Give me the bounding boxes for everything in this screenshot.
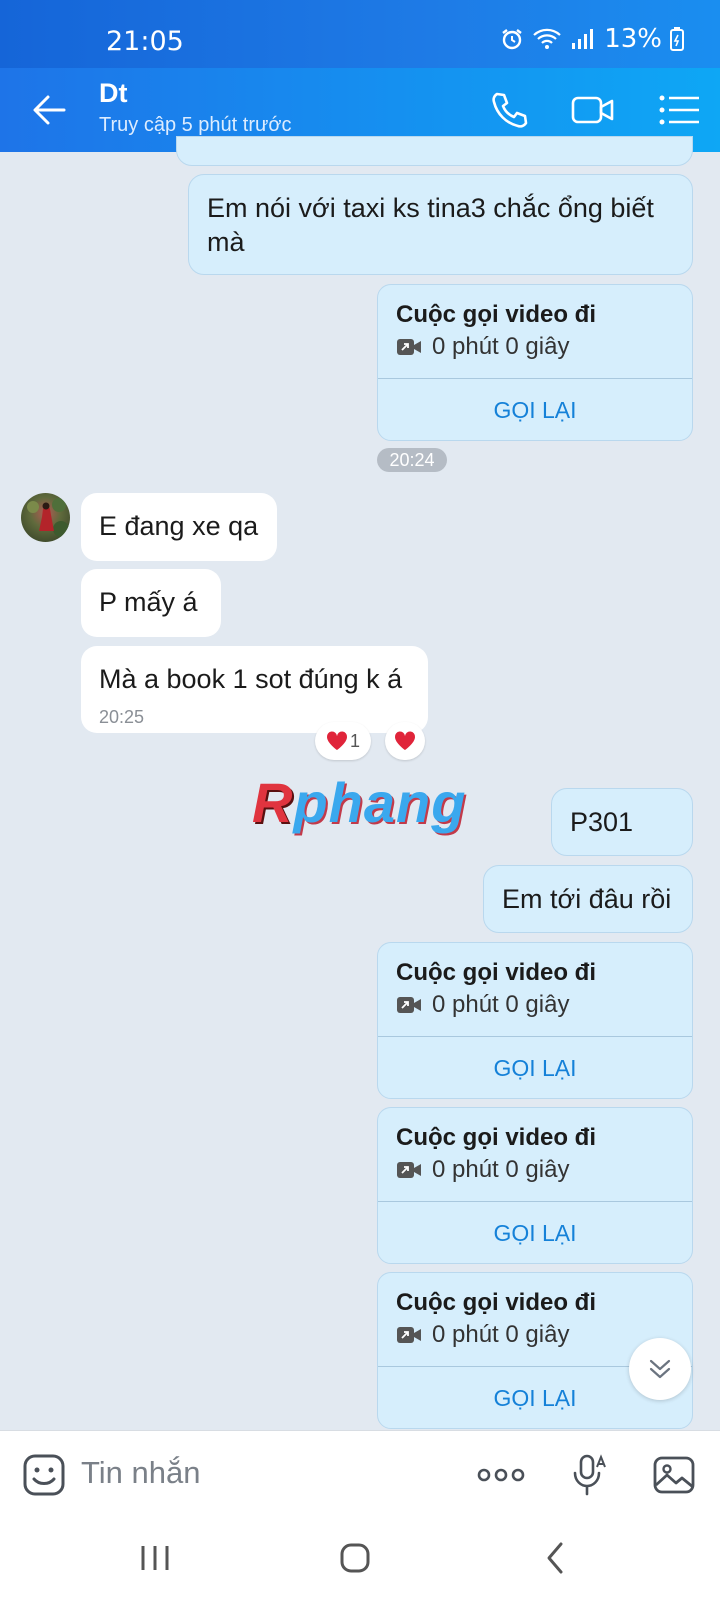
status-icons: 13% [500,24,684,54]
message-bubble-incoming[interactable]: Mà a book 1 sot đúng k á 20:25 [81,646,428,733]
alarm-icon [502,29,522,50]
message-text: Em nói với taxi ks tina3 chắc ổng biết m… [207,193,654,257]
list-icon[interactable] [656,88,702,132]
composer: Tin nhắn [0,1430,720,1516]
message-text: E đang xe qa [99,511,259,541]
outgoing-video-icon [397,997,421,1013]
message-bubble-outgoing[interactable] [176,136,693,166]
battery-percent: 13% [604,24,662,54]
last-seen: Truy cập 5 phút trước [99,114,292,136]
arrow-left-icon[interactable] [30,92,70,128]
chevron-double-down-icon [649,1359,671,1379]
message-text: P mấy á [99,587,198,617]
message-input[interactable]: Tin nhắn [81,1455,201,1491]
avatar-image [27,498,69,537]
message-bubble-incoming[interactable]: P mấy á [81,569,221,637]
microphone-icon[interactable] [567,1453,611,1497]
scroll-to-bottom-button[interactable] [629,1338,691,1400]
react-button[interactable] [385,722,425,760]
message-text: Em tới đâu rồi [502,884,672,914]
call-duration: 0 phút 0 giây [396,991,569,1019]
call-title: Cuộc gọi video đi [396,1124,597,1151]
redial-button[interactable]: GỌI LẠI [378,1201,692,1263]
heart-icon [394,731,416,750]
call-duration-text: 0 phút 0 giây [432,1156,570,1183]
home-icon[interactable] [335,1538,375,1578]
message-text: P301 [570,807,634,837]
battery-icon [670,27,684,51]
phone-icon[interactable] [487,88,533,132]
message-bubble-incoming[interactable]: E đang xe qa [81,493,277,561]
sticker-icon[interactable] [22,1453,66,1497]
system-nav-bar [0,1516,720,1600]
avatar[interactable] [21,493,70,542]
reaction-count: 1 [349,730,360,751]
message-bubble-outgoing[interactable]: Em nói với taxi ks tina3 chắc ổng biết m… [188,174,693,275]
call-duration-text: 0 phút 0 giây [432,1321,570,1348]
reaction-summary[interactable]: 1 [315,722,371,760]
outgoing-video-icon [397,339,421,355]
back-nav-icon[interactable] [537,1538,577,1578]
call-duration: 0 phút 0 giây [396,1156,569,1184]
call-duration-text: 0 phút 0 giây [432,333,570,360]
time-separator: 20:24 [377,448,447,472]
video-camera-icon[interactable] [570,88,616,132]
wifi-icon [533,28,561,49]
call-title: Cuộc gọi video đi [396,959,597,986]
message-bubble-outgoing[interactable]: P301 [551,788,693,856]
outgoing-video-icon [397,1327,421,1343]
video-call-card[interactable]: Cuộc gọi video đi 0 phút 0 giây GỌI LẠI [377,284,693,441]
video-call-card[interactable]: Cuộc gọi video đi 0 phút 0 giây GỌI LẠI [377,942,693,1099]
watermark-logo: Rphang [252,771,467,834]
call-duration: 0 phút 0 giây [396,1321,569,1349]
call-duration: 0 phút 0 giây [396,333,569,361]
call-duration-text: 0 phút 0 giây [432,991,570,1018]
call-title: Cuộc gọi video đi [396,301,597,328]
signal-icon [572,29,594,49]
message-bubble-outgoing[interactable]: Em tới đâu rồi [483,865,693,933]
more-dots-icon[interactable] [476,1453,526,1497]
video-call-card[interactable]: Cuộc gọi video đi 0 phút 0 giây GỌI LẠI [377,1107,693,1264]
heart-icon [326,731,348,750]
call-title: Cuộc gọi video đi [396,1289,597,1316]
contact-name[interactable]: Dt [99,78,128,109]
redial-button[interactable]: GỌI LẠI [378,378,692,440]
outgoing-video-icon [397,1162,421,1178]
redial-button[interactable]: GỌI LẠI [378,1036,692,1098]
image-icon[interactable] [652,1453,696,1497]
status-bar: 21:05 13% [0,0,720,68]
recent-apps-icon[interactable] [135,1538,175,1578]
status-time: 21:05 [106,26,184,57]
message-timestamp: 20:25 [99,707,145,727]
